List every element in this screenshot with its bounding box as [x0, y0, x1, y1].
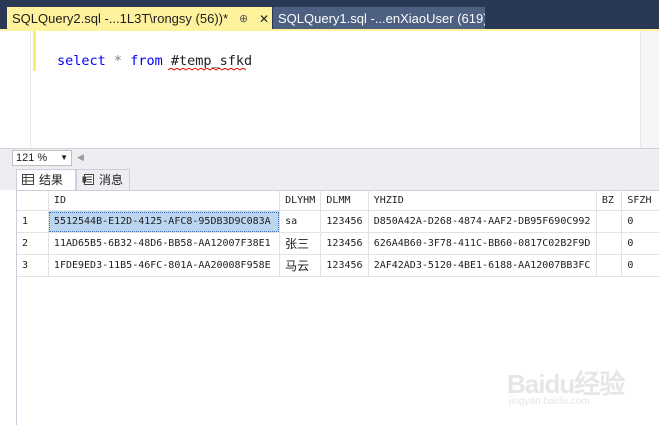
- header-row: ID DLYHM DLMM YHZID BZ SFZH: [17, 191, 659, 211]
- column-header[interactable]: DLMM: [320, 191, 369, 211]
- chevron-down-icon: ▼: [60, 153, 68, 162]
- zoom-dropdown[interactable]: 121 % ▼: [12, 150, 72, 166]
- table-cell[interactable]: [596, 254, 623, 277]
- messages-icon: [82, 174, 94, 185]
- column-header[interactable]: YHZID: [368, 191, 597, 211]
- tab-results[interactable]: 结果: [16, 169, 76, 190]
- tab-results-label: 结果: [39, 173, 64, 187]
- column-header[interactable]: DLYHM: [279, 191, 322, 211]
- row-number[interactable]: 1: [17, 210, 49, 233]
- operator-star: *: [113, 53, 123, 69]
- keyword-from: from: [130, 53, 163, 69]
- table-cell[interactable]: 0: [621, 232, 659, 255]
- table-cell[interactable]: 张三: [279, 232, 322, 255]
- row-number[interactable]: 3: [17, 254, 49, 277]
- column-header[interactable]: SFZH: [621, 191, 659, 211]
- table-cell[interactable]: D850A42A-D268-4874-AAF2-DB95F690C992: [368, 210, 597, 233]
- table-cell[interactable]: sa: [279, 210, 322, 233]
- table-name: #temp_sfkd: [170, 53, 253, 69]
- watermark-url: jingyan.baidu.com: [509, 396, 590, 407]
- tab-sqlquery1[interactable]: SQLQuery1.sql -...enXiaoUser (619)): [273, 7, 485, 31]
- table-cell-selected[interactable]: 5512544B-E12D-4125-AFC8-95DB3D9C083A: [48, 210, 281, 233]
- table-cell[interactable]: 0: [621, 254, 659, 277]
- tab-sqlquery2[interactable]: SQLQuery2.sql -...1L3T\rongsy (56))* ⊕ ✕: [7, 7, 272, 31]
- tab-messages[interactable]: 消息: [76, 169, 130, 190]
- close-icon[interactable]: ✕: [259, 7, 269, 31]
- scroll-left-arrow-icon[interactable]: ◀: [77, 152, 84, 163]
- keyword-select: select: [57, 53, 106, 69]
- table-cell[interactable]: 马云: [279, 254, 322, 277]
- tab-sqlquery1-label: SQLQuery1.sql -...enXiaoUser (619)): [278, 11, 485, 26]
- column-header: [17, 191, 49, 211]
- table-cell[interactable]: 123456: [320, 254, 369, 277]
- table-cell[interactable]: 626A4B60-3F78-411C-BB60-0817C02B2F9D: [368, 232, 597, 255]
- sql-code-line[interactable]: select * from #temp_sfkd: [57, 53, 252, 69]
- table-cell[interactable]: 0: [621, 210, 659, 233]
- table-cell[interactable]: 123456: [320, 232, 369, 255]
- table-cell[interactable]: 123456: [320, 210, 369, 233]
- table-cell[interactable]: [596, 210, 623, 233]
- baidu-watermark: Baidu经验 jingyan.baidu.com: [503, 356, 633, 416]
- tab-messages-label: 消息: [99, 173, 124, 187]
- editor-margin: [30, 31, 31, 148]
- grid-icon: [22, 174, 34, 185]
- tab-sqlquery2-label: SQLQuery2.sql -...1L3T\rongsy (56))*: [12, 11, 229, 26]
- table-cell[interactable]: 1FDE9ED3-11B5-46FC-801A-AA20008F958E: [48, 254, 281, 277]
- table-row: 3 1FDE9ED3-11B5-46FC-801A-AA20008F958E 马…: [17, 254, 659, 277]
- results-tab-strip: 结果 消息: [0, 166, 659, 190]
- zoom-value: 121 %: [16, 152, 48, 164]
- column-header[interactable]: BZ: [596, 191, 623, 211]
- column-header[interactable]: ID: [48, 191, 281, 211]
- table-row: 1 5512544B-E12D-4125-AFC8-95DB3D9C083A s…: [17, 210, 659, 233]
- table-row: 2 11AD65B5-6B32-48D6-BB58-AA12007F38E1 张…: [17, 232, 659, 255]
- document-tab-bar: SQLQuery2.sql -...1L3T\rongsy (56))* ⊕ ✕…: [0, 0, 659, 31]
- query-editor[interactable]: select * from #temp_sfkd: [0, 31, 659, 148]
- table-cell[interactable]: 11AD65B5-6B32-48D6-BB58-AA12007F38E1: [48, 232, 281, 255]
- pin-icon[interactable]: ⊕: [239, 7, 248, 31]
- editor-status-bar: 121 % ▼ ◀: [0, 148, 659, 166]
- error-squiggle: [168, 68, 247, 71]
- results-table: ID DLYHM DLMM YHZID BZ SFZH 1 5512544B-E…: [17, 191, 659, 277]
- table-cell[interactable]: [596, 232, 623, 255]
- table-cell[interactable]: 2AF42AD3-5120-4BE1-6188-AA12007BB3FC: [368, 254, 597, 277]
- change-tracking-bar: [33, 31, 36, 71]
- row-number[interactable]: 2: [17, 232, 49, 255]
- editor-vertical-scrollbar[interactable]: [640, 31, 659, 148]
